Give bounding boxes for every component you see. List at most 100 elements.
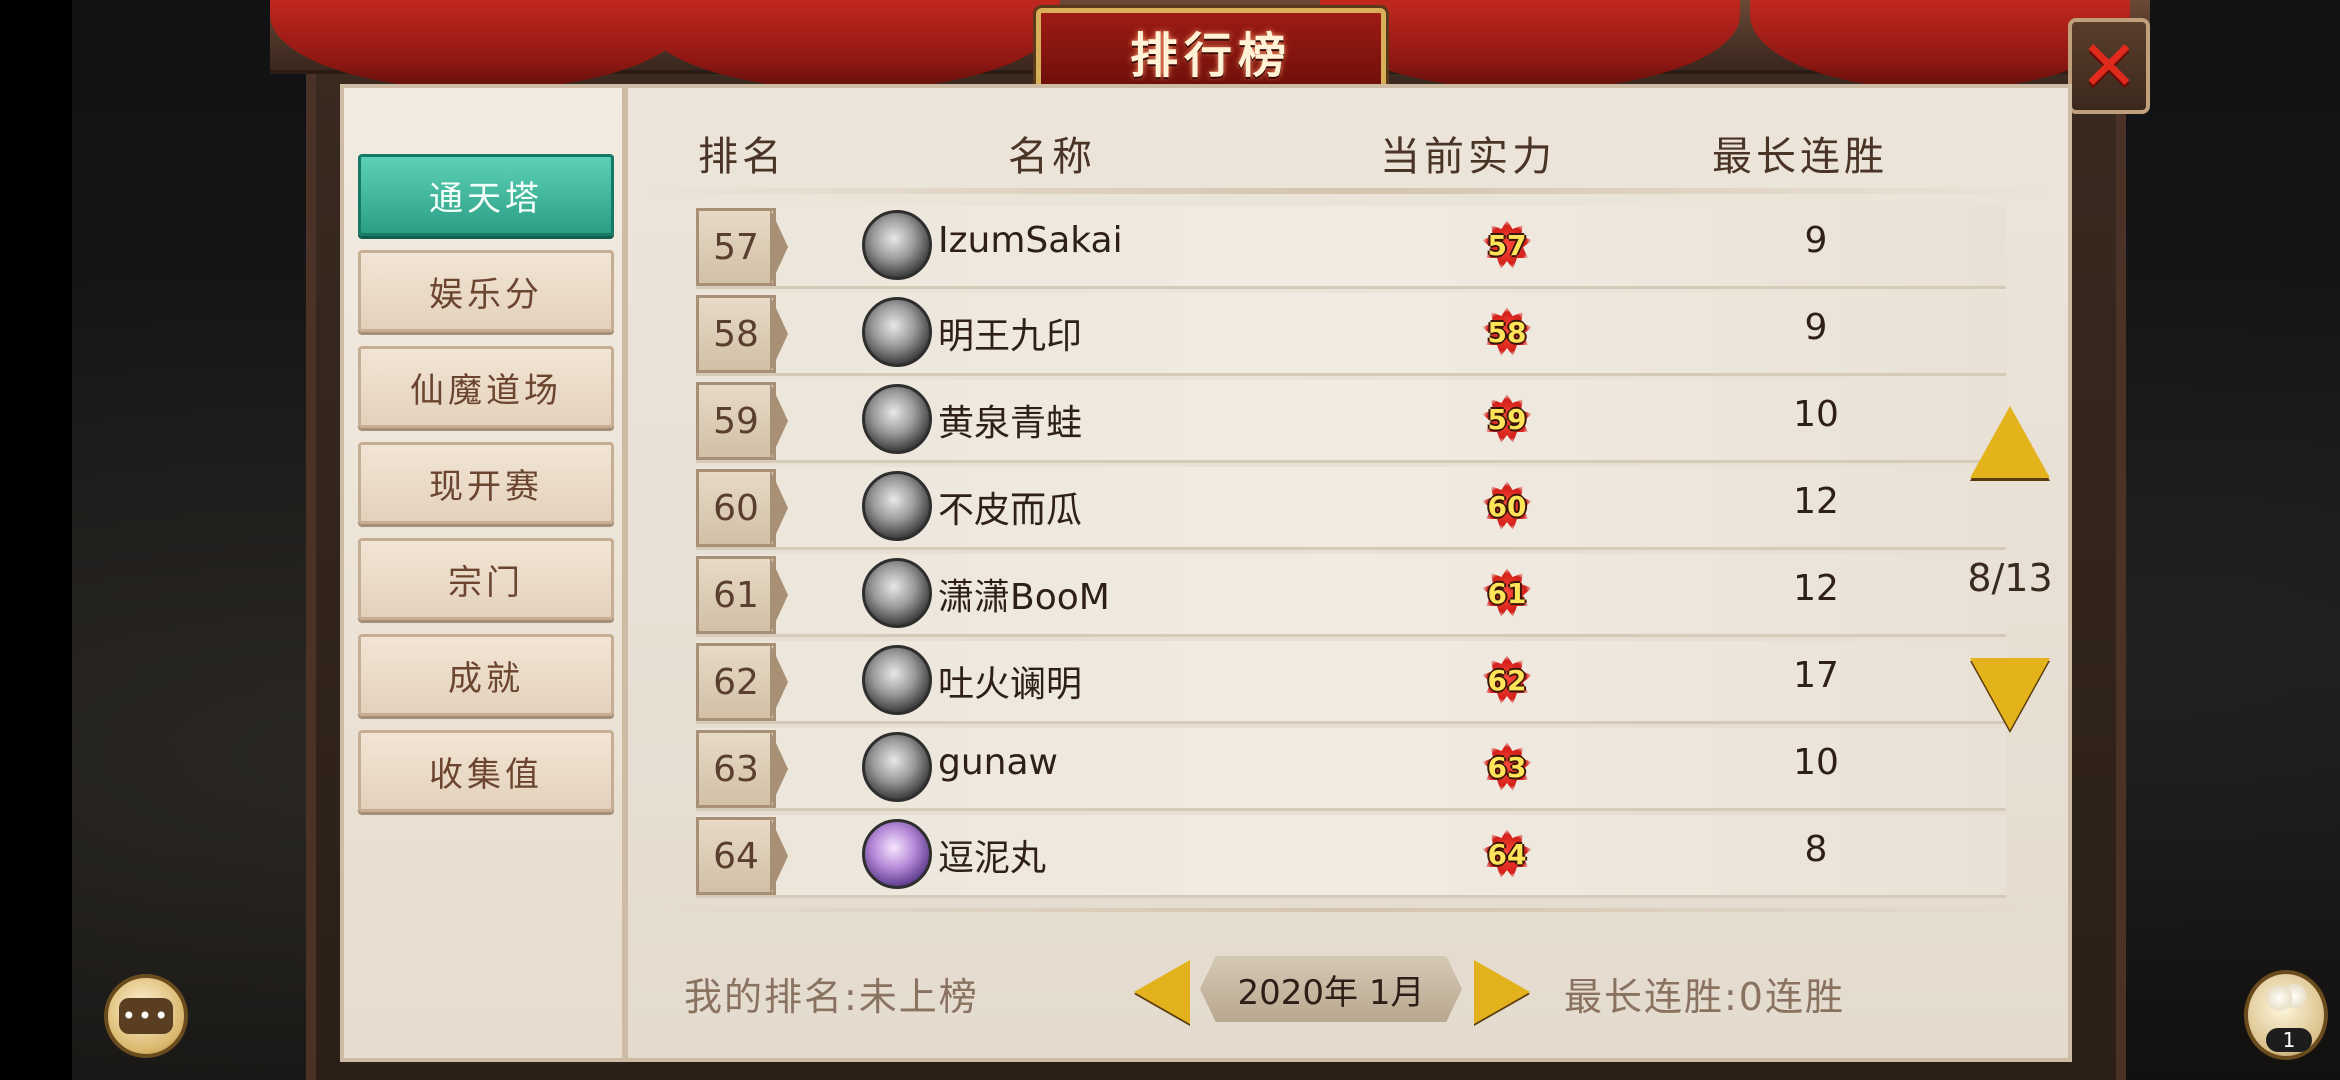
- streak-value: 12: [1793, 481, 1839, 522]
- close-icon: ✕: [2079, 25, 2139, 107]
- close-button[interactable]: ✕: [2068, 18, 2150, 114]
- tab-label: 仙魔道场: [410, 370, 562, 411]
- streak-value: 10: [1793, 394, 1839, 435]
- power-badge: 58: [1482, 307, 1532, 357]
- power-value: 62: [1487, 663, 1527, 697]
- tab-label: 现开赛: [429, 466, 543, 507]
- streak-value: 17: [1793, 655, 1839, 696]
- table-row[interactable]: 57 IzumSakai 57 9: [696, 206, 2006, 289]
- tab-label: 成就: [448, 658, 524, 699]
- power-badge: 63: [1482, 742, 1532, 792]
- avatar[interactable]: [862, 645, 932, 715]
- header-name: 名称: [1008, 134, 1096, 180]
- friends-count-badge: 1: [2266, 1028, 2312, 1052]
- rank-tag-arrow: [770, 469, 788, 547]
- leaderboard-panel: 排名 名称 当前实力 最长连胜 57 IzumSakai 57 9 58 明王九…: [624, 84, 2072, 1062]
- avatar[interactable]: [862, 558, 932, 628]
- page-title: 排行榜: [1129, 28, 1292, 84]
- rank-value: 62: [713, 661, 759, 703]
- rank-value: 60: [713, 487, 759, 529]
- table-row[interactable]: 64 逗泥丸 64 8: [696, 815, 2006, 898]
- tab-yulefen[interactable]: 娱乐分: [358, 250, 614, 332]
- avatar[interactable]: [862, 819, 932, 889]
- rank-value: 58: [713, 313, 759, 355]
- month-label: 2020年 1月: [1237, 972, 1425, 1013]
- tab-zongmen[interactable]: 宗门: [358, 538, 614, 620]
- prev-month-arrow-icon[interactable]: [1134, 960, 1190, 1024]
- rank-tag: 58: [696, 295, 776, 373]
- table-row[interactable]: 63 gunaw 63 10: [696, 728, 2006, 811]
- power-value: 60: [1487, 489, 1527, 523]
- page-down-arrow-icon[interactable]: [1970, 658, 2050, 730]
- tab-label: 收集值: [429, 754, 543, 795]
- category-sidebar: 通天塔 娱乐分 仙魔道场 现开赛 宗门 成就 收集值: [340, 84, 626, 1062]
- streak-value: 10: [1793, 742, 1839, 783]
- rank-tag: 63: [696, 730, 776, 808]
- power-value: 61: [1487, 576, 1527, 610]
- power-value: 58: [1487, 315, 1527, 349]
- rank-tag: 64: [696, 817, 776, 895]
- avatar[interactable]: [862, 732, 932, 802]
- rank-value: 57: [713, 226, 759, 268]
- rank-tag-arrow: [770, 382, 788, 460]
- month-selector[interactable]: 2020年 1月: [1200, 956, 1462, 1022]
- table-row[interactable]: 62 吐火谰明 62 17: [696, 641, 2006, 724]
- footer-divider: [648, 908, 2048, 912]
- player-name: gunaw: [938, 742, 1058, 783]
- chat-dots: •••: [121, 1002, 171, 1030]
- chat-button[interactable]: •••: [104, 974, 188, 1058]
- tab-tongtianta[interactable]: 通天塔: [358, 154, 614, 236]
- next-month-arrow-icon[interactable]: [1474, 960, 1530, 1024]
- rank-tag-arrow: [770, 208, 788, 286]
- power-badge: 57: [1482, 220, 1532, 270]
- page-up-arrow-icon[interactable]: [1970, 406, 2050, 478]
- friends-button[interactable]: 1: [2244, 970, 2328, 1060]
- header-rank: 排名: [698, 134, 786, 180]
- player-name: 明王九印: [938, 316, 1083, 357]
- power-value: 57: [1487, 228, 1527, 262]
- table-row[interactable]: 61 潇潇BooM 61 12: [696, 554, 2006, 637]
- header-divider: [648, 188, 2048, 194]
- header-streak: 最长连胜: [1712, 134, 1888, 180]
- tab-label: 娱乐分: [429, 274, 543, 315]
- player-name: 不皮而瓜: [938, 490, 1083, 531]
- header-power: 当前实力: [1380, 134, 1556, 180]
- power-badge: 59: [1482, 394, 1532, 444]
- avatar[interactable]: [862, 384, 932, 454]
- rank-value: 63: [713, 748, 759, 790]
- power-badge: 64: [1482, 829, 1532, 879]
- player-name: 黄泉青蛙: [938, 403, 1083, 444]
- tab-xiankaisai[interactable]: 现开赛: [358, 442, 614, 524]
- streak-value: 8: [1804, 829, 1828, 870]
- streak-value: 9: [1804, 220, 1828, 261]
- rank-tag: 59: [696, 382, 776, 460]
- screen-edge: [0, 0, 72, 1080]
- tab-shoujizhi[interactable]: 收集值: [358, 730, 614, 812]
- power-badge: 62: [1482, 655, 1532, 705]
- rank-tag: 60: [696, 469, 776, 547]
- rank-value: 61: [713, 574, 759, 616]
- rank-tag: 61: [696, 556, 776, 634]
- my-streak-text: 最长连胜:0连胜: [1564, 975, 1845, 1019]
- tab-xianmodaochang[interactable]: 仙魔道场: [358, 346, 614, 428]
- avatar[interactable]: [862, 471, 932, 541]
- power-badge: 61: [1482, 568, 1532, 618]
- tab-label: 宗门: [448, 562, 524, 603]
- table-row[interactable]: 59 黄泉青蛙 59 10: [696, 380, 2006, 463]
- table-row[interactable]: 58 明王九印 58 9: [696, 293, 2006, 376]
- streak-value: 9: [1804, 307, 1828, 348]
- rank-tag-arrow: [770, 643, 788, 721]
- avatar[interactable]: [862, 210, 932, 280]
- avatar[interactable]: [862, 297, 932, 367]
- rank-tag: 57: [696, 208, 776, 286]
- friends-icon: [2262, 984, 2312, 1024]
- page-indicator: 8/13: [1967, 556, 2053, 600]
- table-row[interactable]: 60 不皮而瓜 60 12: [696, 467, 2006, 550]
- power-badge: 60: [1482, 481, 1532, 531]
- player-name: 潇潇BooM: [938, 577, 1110, 618]
- tab-label: 通天塔: [429, 178, 543, 219]
- rank-value: 59: [713, 400, 759, 442]
- rank-tag-arrow: [770, 817, 788, 895]
- tab-chengjiu[interactable]: 成就: [358, 634, 614, 716]
- streak-value: 12: [1793, 568, 1839, 609]
